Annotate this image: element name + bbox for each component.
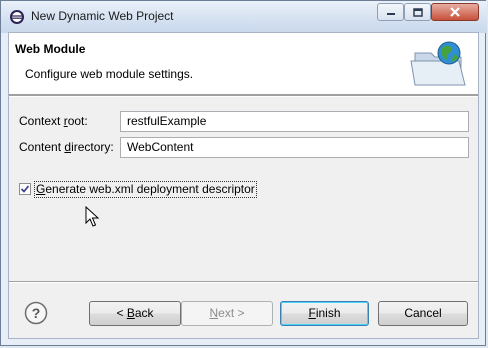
wizard-header: Web Module Configure web module settings… <box>9 33 478 95</box>
maximize-button[interactable] <box>404 3 431 21</box>
maximize-icon <box>412 7 423 17</box>
content-directory-input[interactable]: WebContent <box>120 137 469 158</box>
minimize-button[interactable] <box>377 3 404 21</box>
page-description: Configure web module settings. <box>25 67 194 81</box>
footer-separator <box>9 281 478 283</box>
title-bar[interactable]: New Dynamic Web Project <box>1 1 487 33</box>
context-root-label: Context root: <box>19 114 88 128</box>
next-button[interactable]: Next > <box>181 301 273 326</box>
page-title: Web Module <box>15 42 86 56</box>
dialog-window: New Dynamic Web Project Web Module Confi… <box>0 0 487 346</box>
close-button[interactable] <box>431 3 479 21</box>
generate-descriptor-label[interactable]: Generate web.xml deployment descriptor <box>34 181 257 198</box>
window-title: New Dynamic Web Project <box>31 9 174 23</box>
help-icon[interactable]: ? <box>24 301 48 325</box>
checkmark-icon <box>20 185 30 193</box>
back-button[interactable]: < Back <box>89 301 181 326</box>
wizard-content: Web Module Configure web module settings… <box>8 32 479 339</box>
eclipse-app-icon <box>10 10 24 24</box>
svg-text:?: ? <box>32 305 41 321</box>
web-project-folder-globe-icon <box>410 41 466 86</box>
content-directory-label: Content directory: <box>19 140 114 154</box>
mouse-cursor-icon <box>85 206 100 227</box>
cancel-button[interactable]: Cancel <box>378 301 468 326</box>
generate-descriptor-checkbox[interactable] <box>19 183 31 195</box>
close-icon <box>450 7 460 17</box>
context-root-input[interactable]: restfulExample <box>120 111 469 132</box>
minimize-icon <box>386 13 395 15</box>
header-separator <box>9 95 478 97</box>
finish-button[interactable]: Finish <box>280 301 369 326</box>
